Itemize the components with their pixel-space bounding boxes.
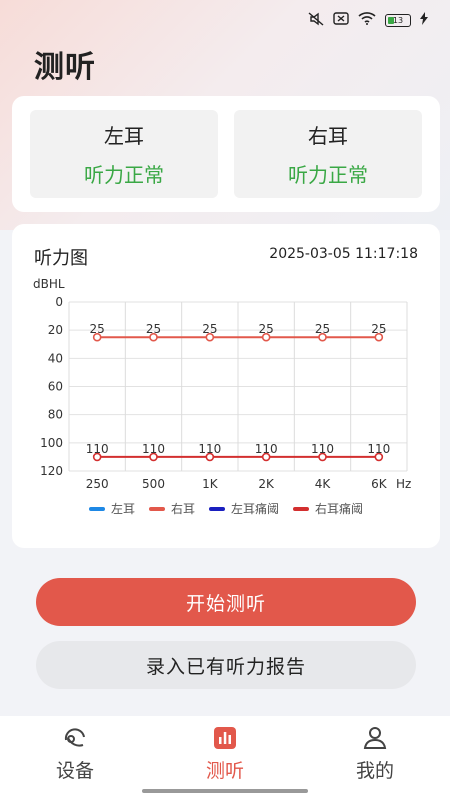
legend-label: 右耳痛阈 — [315, 502, 364, 516]
page-title: 测听 — [34, 50, 96, 85]
data-label: 25 — [315, 322, 330, 336]
legend-item: 右耳痛阈 — [293, 500, 363, 517]
legend-item: 右耳 — [148, 500, 195, 517]
data-label: 110 — [198, 442, 221, 456]
user-icon — [361, 724, 389, 752]
y-tick-label: 40 — [48, 351, 63, 365]
audiogram-chart: dBHL 0 20 40 60 80 100 120 250 500 1K 2K 4K 6K Hz 25 25 2… — [33, 277, 411, 491]
data-label: 25 — [90, 322, 105, 336]
right-ear-label: 右耳 — [308, 124, 348, 148]
legend-item: 左耳 — [88, 500, 135, 517]
x-tick-label: 500 — [142, 477, 165, 491]
data-label: 110 — [142, 442, 165, 456]
charging-icon — [420, 12, 428, 28]
legend-swatch — [209, 506, 225, 511]
legend-label: 左耳痛阈 — [231, 502, 280, 516]
y-tick-label: 100 — [40, 436, 63, 450]
data-label: 110 — [86, 442, 109, 456]
x-tick-label: 6K — [371, 477, 388, 491]
legend-label: 左耳 — [110, 502, 135, 516]
home-indicator — [142, 789, 308, 793]
left-ear-label: 左耳 — [104, 124, 144, 148]
chart-legend: 左耳 右耳 左耳痛阈 右耳痛阈 — [12, 500, 440, 517]
right-ear-status: 听力正常 — [288, 163, 368, 187]
import-report-button[interactable]: 录入已有听力报告 — [36, 641, 416, 689]
data-label: 110 — [255, 442, 278, 456]
start-test-button[interactable]: 开始测听 — [36, 578, 416, 626]
legend-label: 右耳 — [170, 502, 195, 516]
x-axis-label: Hz — [396, 477, 411, 491]
x-tick-label: 250 — [86, 477, 109, 491]
audiogram-card: 听力图 2025-03-05 11:17:18 dBHL 0 20 40 60 80 100… — [12, 224, 440, 548]
left-ear-status: 听力正常 — [84, 163, 164, 187]
tab-device[interactable]: 设备 — [20, 724, 130, 800]
data-label: 110 — [367, 442, 390, 456]
tab-label: 我的 — [355, 760, 394, 782]
y-axis-label: dBHL — [33, 277, 65, 291]
battery-icon: 13 — [385, 13, 411, 27]
hearing-test-icon — [211, 724, 239, 752]
tab-label: 测听 — [205, 760, 244, 782]
tab-mine[interactable]: 我的 — [320, 724, 430, 800]
bottom-tab-bar: 设备 测听 我的 — [0, 716, 450, 800]
ear-status-card: 左耳 听力正常 右耳 听力正常 — [12, 96, 440, 212]
x-tick-label: 1K — [202, 477, 219, 491]
y-tick-label: 20 — [48, 323, 63, 337]
legend-swatch — [88, 506, 105, 511]
right-ear-box[interactable]: 右耳 听力正常 — [234, 110, 422, 198]
data-label: 110 — [311, 442, 334, 456]
status-bar: 13 — [308, 10, 428, 30]
legend-swatch — [293, 506, 310, 511]
data-label: 25 — [146, 322, 161, 336]
data-label: 25 — [202, 322, 217, 336]
data-label: 25 — [371, 322, 386, 336]
headphones-icon — [61, 724, 89, 752]
y-tick-label: 0 — [55, 295, 63, 309]
legend-swatch — [148, 506, 165, 511]
data-label: 25 — [259, 322, 274, 336]
x-tick-label: 2K — [258, 477, 275, 491]
wifi-icon — [358, 12, 376, 28]
silent-icon — [308, 11, 324, 29]
x-tick-label: 4K — [315, 477, 332, 491]
left-ear-box[interactable]: 左耳 听力正常 — [30, 110, 218, 198]
y-tick-label: 60 — [48, 380, 63, 394]
y-tick-label: 80 — [48, 408, 63, 422]
tab-label: 设备 — [55, 760, 94, 782]
legend-item: 左耳痛阈 — [209, 500, 279, 517]
y-tick-label: 120 — [40, 464, 63, 478]
sim-off-icon — [333, 12, 349, 28]
